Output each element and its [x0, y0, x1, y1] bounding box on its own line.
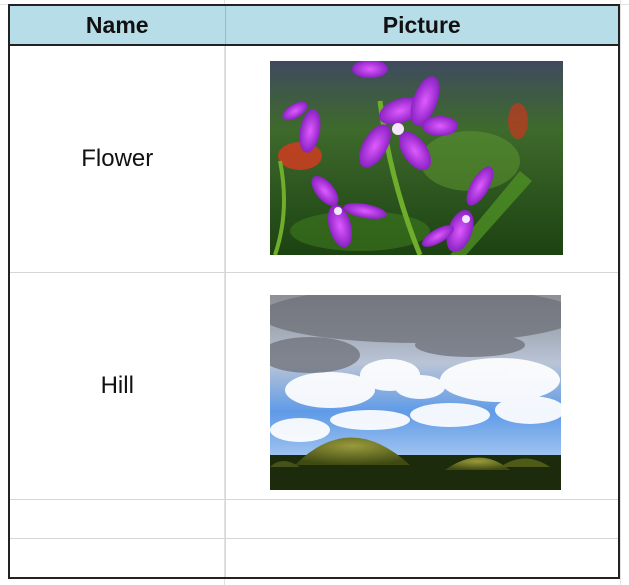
picture-cell-flower[interactable] [225, 45, 620, 273]
hill-photo-icon [269, 295, 561, 490]
table-row: Hill [8, 272, 620, 500]
header-picture[interactable]: Picture [225, 4, 620, 46]
name-cell-hill[interactable]: Hill [8, 272, 226, 500]
name-cell-empty[interactable] [8, 538, 226, 579]
table-row [8, 499, 620, 539]
header-row: Name Picture [8, 4, 620, 46]
table-row: Flower [8, 45, 620, 273]
spreadsheet-view: Name Picture Flower Hill [0, 0, 629, 585]
table-row [8, 538, 620, 579]
orchid-photo[interactable] [269, 61, 563, 255]
chocolate-hills-photo[interactable] [269, 295, 561, 490]
picture-cell-hill[interactable] [225, 272, 620, 500]
gridline-column [620, 0, 621, 585]
orchid-photo-icon [269, 61, 563, 255]
picture-cell-empty[interactable] [225, 499, 620, 539]
header-name[interactable]: Name [8, 4, 226, 46]
name-cell-flower[interactable]: Flower [8, 45, 226, 273]
picture-cell-empty[interactable] [225, 538, 620, 579]
picture-table: Name Picture Flower Hill [8, 4, 620, 579]
name-cell-empty[interactable] [8, 499, 226, 539]
